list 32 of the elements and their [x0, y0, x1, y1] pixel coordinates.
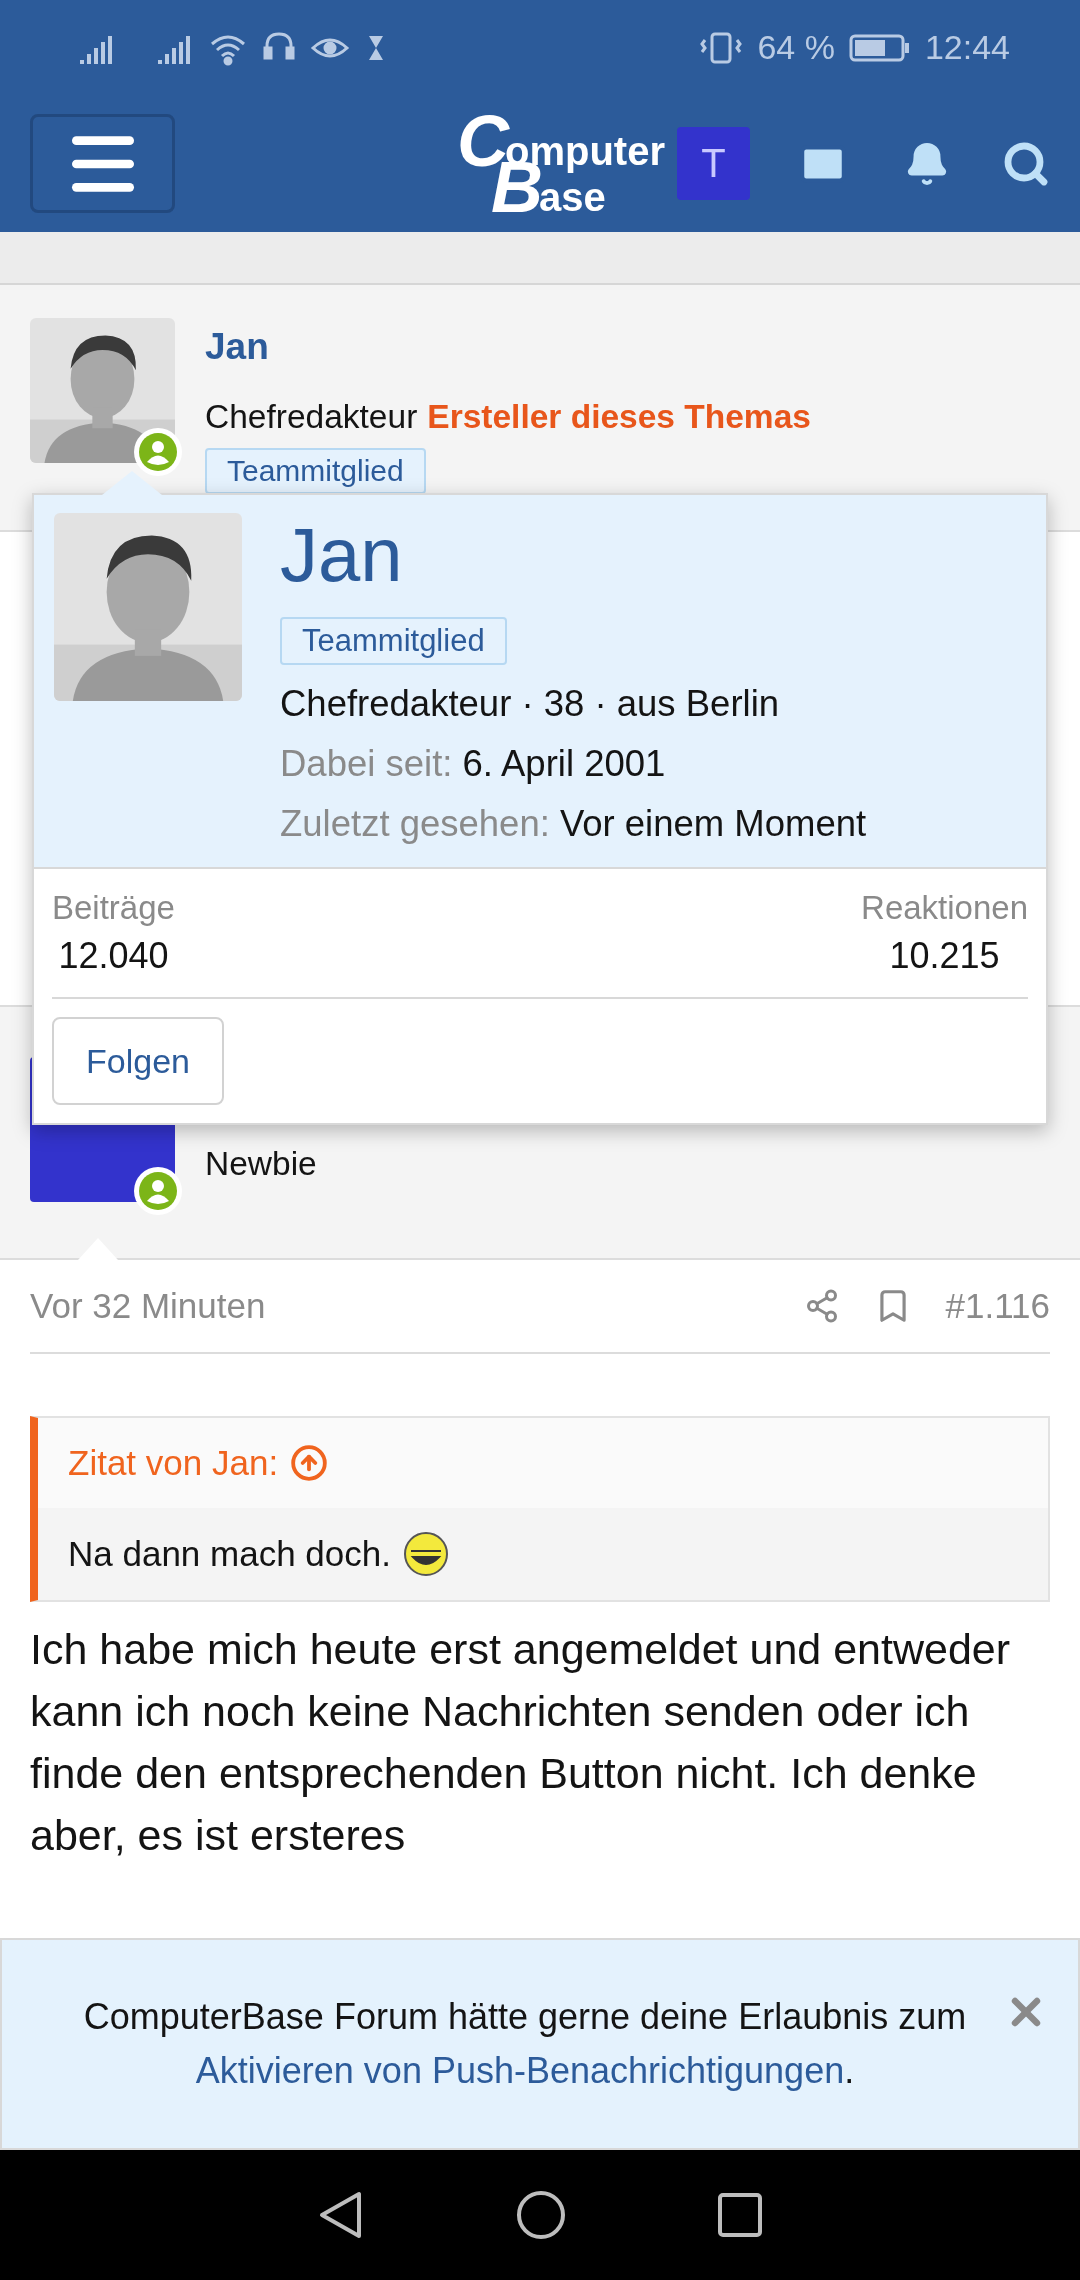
member-badge: Teammitglied [205, 448, 426, 494]
recents-icon[interactable] [717, 2192, 763, 2238]
follow-button[interactable]: Folgen [52, 1017, 224, 1105]
quote-text: Na dann mach doch. [68, 1534, 391, 1574]
laughing-smiley-icon [403, 1531, 449, 1577]
enable-push-link[interactable]: Aktivieren von Push-Benachrichtigungen [195, 2050, 845, 2091]
battery-percentage: 64 % [757, 28, 835, 67]
stat-value: 10.215 [889, 935, 1000, 977]
author-role: Chefredakteur [205, 398, 418, 436]
stat-label: Reaktionen [861, 889, 1028, 927]
stat-label: Beiträge [52, 889, 175, 927]
post-body: Ich habe mich heute erst angemeldet und entweder kann ich noch keine Nachrichten senden oder ich finde den entsprechenden Button nicht. Ich denke aber, es ist ersteres [30, 1624, 1012, 1861]
quote-source[interactable]: Zitat von Jan: [68, 1443, 279, 1483]
stat-value: 12.040 [58, 935, 169, 977]
member-name[interactable]: Jan [280, 517, 403, 593]
home-icon[interactable] [515, 2189, 567, 2241]
fact-value: 6. April 2001 [462, 743, 666, 785]
menu-button[interactable] [30, 114, 175, 213]
fact-label: Dabei seit: [280, 743, 453, 785]
push-permission-text: ComputerBase Forum hätte gerne deine Erlaubnis zum Aktivieren von Push-Benachrichtigungen. [82, 1995, 968, 2093]
author-role: Newbie [205, 1145, 317, 1183]
fact-value: Vor einem Moment [559, 803, 867, 845]
member-badge: Teammitglied [280, 617, 507, 665]
member-info: Chefredakteur · 38 · aus Berlin [280, 683, 780, 725]
jump-up-icon[interactable] [290, 1444, 329, 1482]
post-time[interactable]: Vor 32 Minuten [30, 1286, 266, 1326]
author-name[interactable]: Jan [205, 326, 269, 368]
clock: 12:44 [924, 28, 1010, 67]
account-avatar-button[interactable]: T [677, 127, 750, 200]
post-number[interactable]: #1.116 [945, 1286, 1050, 1326]
fact-label: Zuletzt gesehen: [280, 803, 550, 845]
thread-creator-label: Ersteller dieses Themas [427, 398, 811, 436]
